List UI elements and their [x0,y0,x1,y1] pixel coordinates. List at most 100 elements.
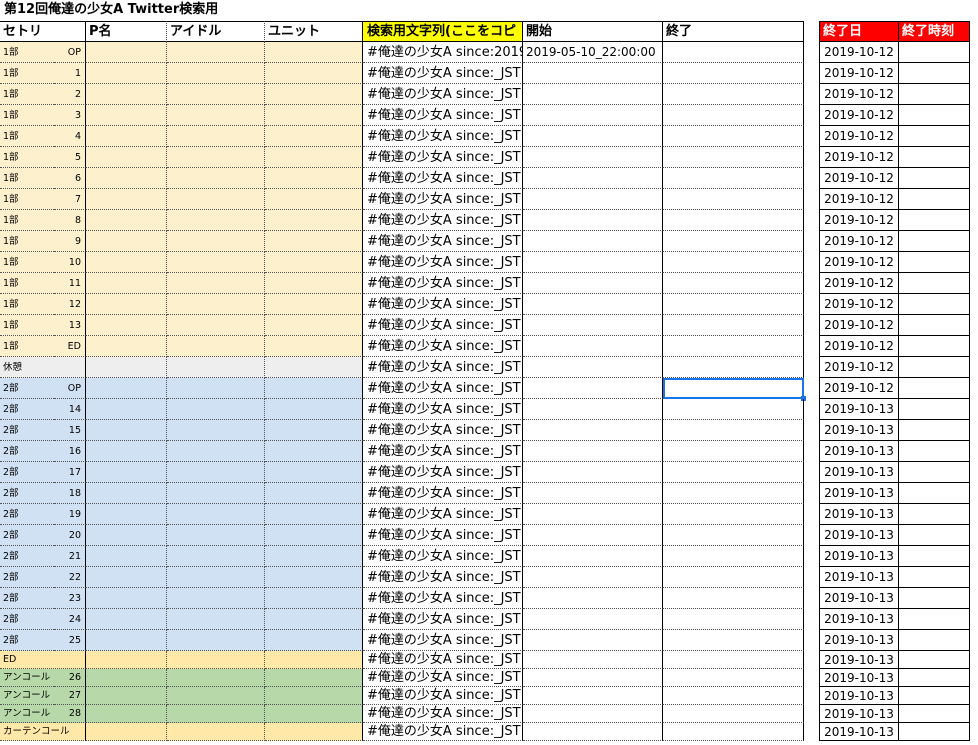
setlist-part-cell[interactable]: 1部 [0,105,54,126]
producer-cell[interactable] [86,504,167,525]
unit-cell[interactable] [265,504,363,525]
idol-cell[interactable] [167,441,265,462]
end-time-cell[interactable] [899,723,970,741]
end-time-cell[interactable] [899,609,970,630]
producer-cell[interactable] [86,567,167,588]
producer-cell[interactable] [86,126,167,147]
end-cell[interactable] [663,441,804,462]
end-date-cell[interactable]: 2019-10-12 [819,273,899,294]
idol-cell[interactable] [167,42,265,63]
unit-cell[interactable] [265,105,363,126]
start-cell[interactable] [523,336,663,357]
end-cell[interactable] [663,399,804,420]
idol-cell[interactable] [167,546,265,567]
end-date-cell[interactable]: 2019-10-12 [819,378,899,399]
end-cell[interactable] [663,705,804,723]
idol-cell[interactable] [167,147,265,168]
search-string-cell[interactable]: #俺達の少女A since:_JST [363,651,523,669]
setlist-part-cell[interactable]: 2部 [0,483,54,504]
start-cell[interactable] [523,705,663,723]
idol-cell[interactable] [167,651,265,669]
idol-cell[interactable] [167,504,265,525]
setlist-part-cell[interactable]: 1部 [0,168,54,189]
start-cell[interactable] [523,84,663,105]
search-string-cell[interactable]: #俺達の少女A since:_JST [363,357,523,378]
end-time-cell[interactable] [899,273,970,294]
idol-cell[interactable] [167,189,265,210]
end-date-cell[interactable]: 2019-10-13 [819,588,899,609]
producer-cell[interactable] [86,588,167,609]
unit-cell[interactable] [265,483,363,504]
start-cell[interactable] [523,567,663,588]
unit-cell[interactable] [265,588,363,609]
idol-cell[interactable] [167,168,265,189]
end-date-cell[interactable]: 2019-10-12 [819,210,899,231]
setlist-part-cell[interactable]: 1部 [0,63,54,84]
end-date-cell[interactable]: 2019-10-13 [819,723,899,741]
end-date-cell[interactable]: 2019-10-12 [819,189,899,210]
producer-cell[interactable] [86,399,167,420]
search-string-cell[interactable]: #俺達の少女A since:_JST [363,126,523,147]
search-string-cell[interactable]: #俺達の少女A since:_JST [363,273,523,294]
search-string-cell[interactable]: #俺達の少女A since:_JST [363,189,523,210]
search-string-cell[interactable]: #俺達の少女A since:_JST [363,630,523,651]
idol-cell[interactable] [167,252,265,273]
setlist-number-cell[interactable]: 15 [54,420,86,441]
idol-cell[interactable] [167,84,265,105]
unit-cell[interactable] [265,294,363,315]
end-time-cell[interactable] [899,525,970,546]
end-time-cell[interactable] [899,210,970,231]
idol-cell[interactable] [167,687,265,705]
end-cell[interactable] [663,525,804,546]
end-cell[interactable] [663,168,804,189]
setlist-number-cell[interactable]: 22 [54,567,86,588]
search-string-cell[interactable]: #俺達の少女A since:_JST [363,525,523,546]
unit-cell[interactable] [265,189,363,210]
end-cell[interactable] [663,336,804,357]
setlist-part-cell[interactable]: 1部 [0,273,54,294]
end-date-cell[interactable]: 2019-10-13 [819,462,899,483]
search-string-cell[interactable]: #俺達の少女A since:_JST [363,231,523,252]
search-string-cell[interactable]: #俺達の少女A since:_JST [363,723,523,741]
setlist-part-cell[interactable]: アンコール [0,687,54,705]
end-time-cell[interactable] [899,462,970,483]
start-cell[interactable] [523,462,663,483]
start-cell[interactable] [523,441,663,462]
end-time-cell[interactable] [899,588,970,609]
start-cell[interactable] [523,63,663,84]
setlist-number-cell[interactable]: 24 [54,609,86,630]
unit-cell[interactable] [265,630,363,651]
start-cell[interactable] [523,399,663,420]
end-time-cell[interactable] [899,546,970,567]
idol-cell[interactable] [167,63,265,84]
setlist-part-cell[interactable]: 2部 [0,378,54,399]
setlist-part-cell[interactable]: アンコール [0,669,54,687]
search-string-cell[interactable]: #俺達の少女A since:_JST [363,462,523,483]
setlist-number-cell[interactable]: 7 [54,189,86,210]
unit-cell[interactable] [265,669,363,687]
setlist-part-cell[interactable]: 2部 [0,630,54,651]
producer-cell[interactable] [86,336,167,357]
end-time-cell[interactable] [899,630,970,651]
setlist-number-cell[interactable]: 21 [54,546,86,567]
header-setlist[interactable]: セトリ [0,21,86,42]
setlist-part-cell[interactable]: 1部 [0,210,54,231]
setlist-part-cell[interactable]: 2部 [0,567,54,588]
setlist-number-cell[interactable]: 20 [54,525,86,546]
end-date-cell[interactable]: 2019-10-13 [819,483,899,504]
end-cell-selected[interactable] [663,378,804,399]
start-cell[interactable] [523,687,663,705]
end-time-cell[interactable] [899,399,970,420]
setlist-number-cell[interactable]: 8 [54,210,86,231]
idol-cell[interactable] [167,630,265,651]
start-cell[interactable] [523,357,663,378]
end-date-cell[interactable]: 2019-10-12 [819,252,899,273]
producer-cell[interactable] [86,63,167,84]
setlist-number-cell[interactable]: 6 [54,168,86,189]
idol-cell[interactable] [167,723,265,741]
setlist-part-cell[interactable]: 1部 [0,42,54,63]
producer-cell[interactable] [86,687,167,705]
setlist-number-cell[interactable]: 2 [54,84,86,105]
end-date-cell[interactable]: 2019-10-12 [819,168,899,189]
setlist-number-cell[interactable]: OP [54,42,86,63]
